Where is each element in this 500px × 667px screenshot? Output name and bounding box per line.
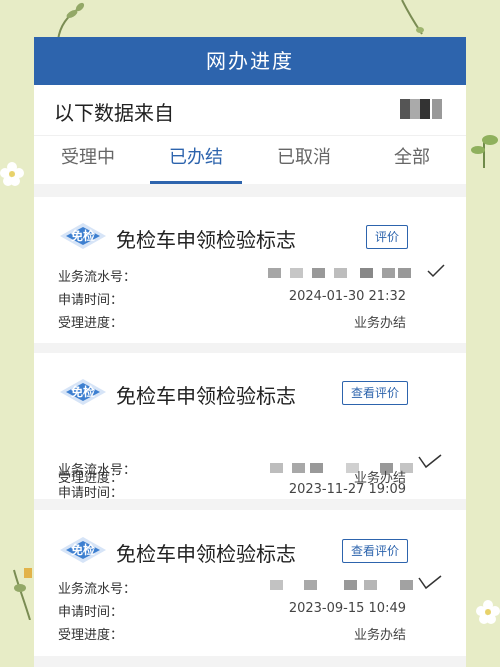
check-icon (418, 454, 442, 469)
leaf-icon (471, 135, 498, 168)
record-card[interactable]: 免检 免检车申领检验标志 查看评价 业务流水号： 申请时间： 2023-09-1… (34, 510, 466, 656)
badge-diamond-icon: 免检 (58, 536, 108, 564)
tab-all[interactable]: 全部 (358, 136, 466, 184)
progress-label: 受理进度： (58, 628, 124, 643)
serial-label: 业务流水号： (58, 463, 137, 478)
badge-diamond-icon: 免检 (58, 378, 108, 406)
apply-time-label: 申请时间： (58, 605, 124, 620)
leaf-sprig-icon (57, 2, 85, 40)
view-rating-button[interactable]: 查看评价 (341, 539, 408, 563)
status-tabs: 受理中 已办结 已取消 全部 (34, 135, 466, 184)
view-rating-button[interactable]: 查看评价 (341, 381, 408, 405)
record-title: 免检车申领检验标志 (116, 384, 296, 408)
apply-time-value: 2023-09-15 10:49 (288, 601, 406, 616)
apply-time-value: 2024-01-30 21:32 (288, 289, 406, 304)
record-title: 免检车申领检验标志 (116, 228, 296, 252)
apply-time-value: 2023-11-27 19:09 (288, 482, 406, 497)
badge-label: 免检 (70, 543, 95, 557)
page-title: 网办进度 (34, 37, 466, 85)
apply-time-label: 申请时间： (58, 486, 124, 501)
flower-icon (0, 162, 24, 186)
check-icon (427, 264, 445, 278)
flower-icon (476, 600, 500, 624)
tab-completed[interactable]: 已办结 (142, 136, 250, 184)
tab-cancelled[interactable]: 已取消 (250, 136, 358, 184)
rate-button[interactable]: 评价 (365, 225, 408, 249)
data-source-bar: 以下数据来自 (34, 85, 466, 135)
data-source-label: 以下数据来自 (54, 101, 174, 125)
progress-value: 业务办结 (353, 628, 406, 643)
tab-processing[interactable]: 受理中 (34, 136, 142, 184)
progress-label: 受理进度： (58, 316, 124, 331)
record-title: 免检车申领检验标志 (116, 542, 296, 566)
record-card[interactable]: 免检 免检车申领检验标志 查看评价 业务流水号： 申请时间： 2023-11-2… (34, 353, 466, 501)
badge-label: 免检 (70, 229, 95, 243)
check-icon (418, 575, 442, 590)
leaf-sprig-icon (401, 0, 424, 35)
record-card[interactable]: 免检 免检车申领检验标志 评价 业务流水号： 申请时间： 2024-01-30 … (34, 197, 466, 343)
leaf-sprig-icon (13, 568, 32, 620)
apply-time-label: 申请时间： (58, 293, 124, 308)
badge-label: 免检 (70, 385, 95, 399)
serial-label: 业务流水号： (58, 270, 137, 285)
progress-value: 业务办结 (353, 316, 406, 331)
serial-label: 业务流水号： (58, 582, 137, 597)
badge-diamond-icon: 免检 (58, 222, 108, 250)
